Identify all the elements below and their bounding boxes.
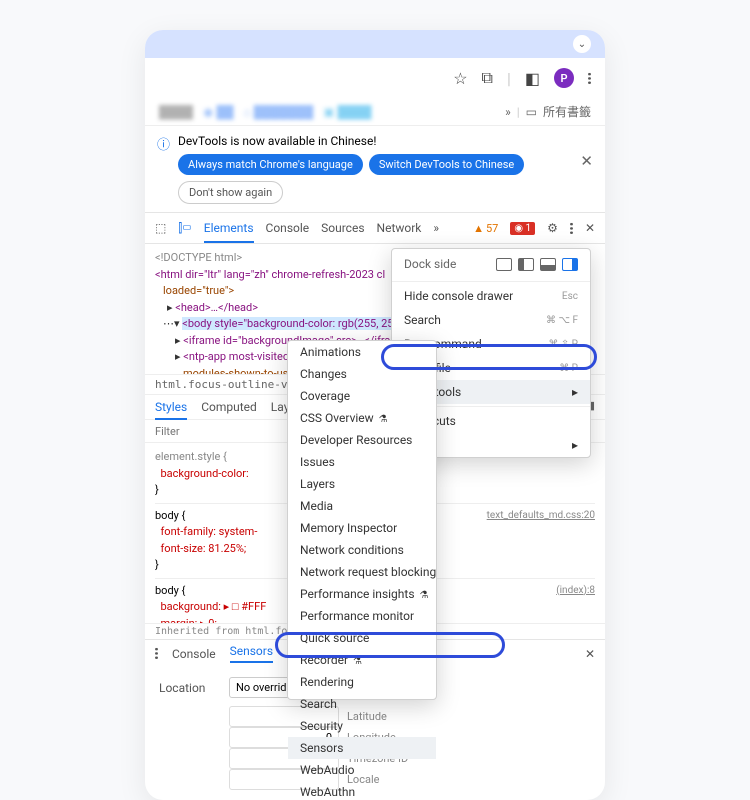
submenu-changes[interactable]: Changes (288, 363, 436, 385)
submenu-css-overview[interactable]: CSS Overview ⚗ (288, 407, 436, 429)
submenu-sensors[interactable]: Sensors (288, 737, 436, 759)
browser-window: ⌄ ☆ ⧉ | ◧ P ████ ◉ ██ ⌂ ███████ ▣ ████ »… (145, 30, 605, 800)
devtools-menu-icon[interactable] (570, 222, 573, 235)
devtools-tabs: ⬚ ⫿▭ Elements Console Sources Network » … (145, 212, 605, 244)
submenu-network-request-blocking[interactable]: Network request blocking (288, 561, 436, 583)
close-icon[interactable]: ✕ (585, 647, 595, 661)
submenu-rendering[interactable]: Rendering (288, 671, 436, 693)
dock-bottom-icon[interactable] (540, 258, 556, 271)
submenu-webaudio[interactable]: WebAudio (288, 759, 436, 781)
tab-console-drawer[interactable]: Console (172, 647, 216, 661)
submenu-performance-insights[interactable]: Performance insights ⚗ (288, 583, 436, 605)
divider: | (507, 69, 511, 88)
profile-avatar[interactable]: P (554, 68, 574, 88)
bookmark-item[interactable]: ⌂ ███████ (243, 105, 313, 119)
match-language-chip[interactable]: Always match Chrome's language (178, 154, 363, 175)
tab-computed[interactable]: Computed (201, 400, 257, 414)
all-bookmarks-link[interactable]: 所有書籤 (543, 103, 591, 120)
submenu-developer-resources[interactable]: Developer Resources (288, 429, 436, 451)
submenu-issues[interactable]: Issues (288, 451, 436, 473)
location-label: Location (159, 681, 219, 695)
device-icon[interactable]: ⫿▭ (178, 221, 191, 236)
tab-console[interactable]: Console (266, 221, 310, 235)
bookmarks-bar: ████ ◉ ██ ⌂ ███████ ▣ ████ » | ▭ 所有書籤 (145, 98, 605, 126)
panel-icon[interactable]: ◧ (525, 69, 540, 88)
submenu-recorder[interactable]: Recorder ⚗ (288, 649, 436, 671)
bookmark-item[interactable]: ◉ ██ (203, 105, 233, 119)
extensions-icon[interactable]: ⧉ (482, 68, 493, 88)
submenu-network-conditions[interactable]: Network conditions (288, 539, 436, 561)
close-icon[interactable]: ✕ (580, 152, 593, 170)
browser-toolbar: ☆ ⧉ | ◧ P (145, 58, 605, 98)
menu-hide-drawer[interactable]: Hide console drawerEsc (392, 284, 590, 308)
bookmarks-overflow-icon[interactable]: » (505, 105, 511, 119)
folder-icon: ▭ (526, 105, 537, 119)
window-topbar: ⌄ (145, 30, 605, 58)
tabs-overflow-icon[interactable]: » (433, 221, 439, 235)
bookmark-item[interactable]: ▣ ████ (323, 105, 371, 119)
info-icon: ⓘ (157, 134, 170, 153)
tab-sensors[interactable]: Sensors (230, 644, 273, 663)
language-notice: ⓘ DevTools is now available in Chinese! … (145, 126, 605, 212)
errors-badge[interactable]: ◉ 1 (510, 222, 535, 235)
notice-text: DevTools is now available in Chinese! (178, 134, 593, 148)
tab-network[interactable]: Network (377, 221, 422, 235)
submenu-media[interactable]: Media (288, 495, 436, 517)
bookmark-item[interactable]: ████ (159, 105, 193, 119)
gear-icon[interactable]: ⚙ (547, 221, 558, 235)
close-icon[interactable]: ✕ (585, 221, 595, 235)
submenu-quick-source[interactable]: Quick source (288, 627, 436, 649)
dock-label: Dock side (404, 257, 456, 271)
menu-search[interactable]: Search⌘ ⌥ F (392, 308, 590, 332)
star-icon[interactable]: ☆ (453, 69, 467, 88)
switch-language-chip[interactable]: Switch DevTools to Chinese (369, 154, 524, 175)
tab-elements[interactable]: Elements (204, 221, 254, 243)
submenu-search[interactable]: Search (288, 693, 436, 715)
dock-right-icon[interactable] (562, 258, 578, 271)
submenu-coverage[interactable]: Coverage (288, 385, 436, 407)
submenu-webauthn[interactable]: WebAuthn (288, 781, 436, 800)
more-tools-submenu: AnimationsChangesCoverageCSS Overview ⚗D… (287, 340, 437, 700)
submenu-performance-monitor[interactable]: Performance monitor (288, 605, 436, 627)
inspect-icon[interactable]: ⬚ (155, 221, 166, 235)
submenu-animations[interactable]: Animations (288, 341, 436, 363)
warnings-badge[interactable]: ▲ 57 (473, 222, 498, 235)
dock-left-icon[interactable] (518, 258, 534, 271)
drawer-menu-icon[interactable] (155, 647, 158, 660)
dock-undock-icon[interactable] (496, 258, 512, 271)
submenu-memory-inspector[interactable]: Memory Inspector (288, 517, 436, 539)
submenu-layers[interactable]: Layers (288, 473, 436, 495)
tab-sources[interactable]: Sources (321, 221, 364, 235)
kebab-menu-icon[interactable] (588, 72, 591, 85)
tab-styles[interactable]: Styles (155, 400, 187, 420)
dismiss-chip[interactable]: Don't show again (178, 181, 283, 204)
submenu-security[interactable]: Security (288, 715, 436, 737)
collapse-chevron[interactable]: ⌄ (573, 35, 591, 53)
